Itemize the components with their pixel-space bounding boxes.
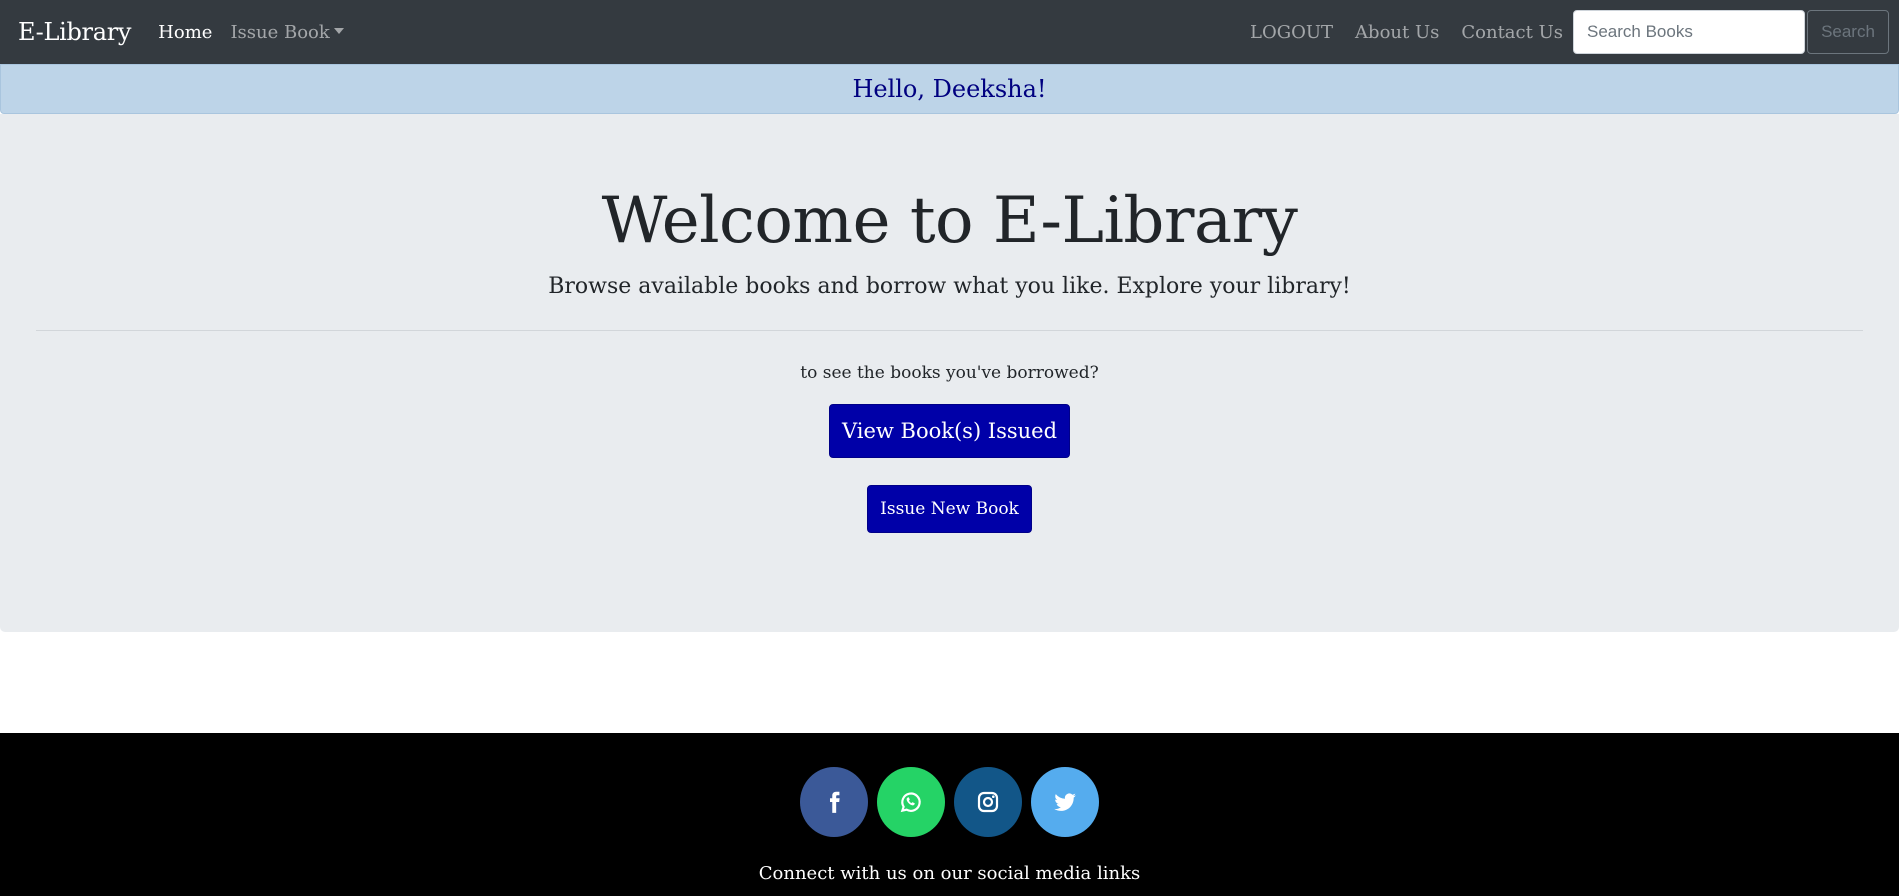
greeting-text: Hello, Deeksha!: [852, 75, 1047, 103]
nav-contact-link[interactable]: Contact Us: [1461, 22, 1563, 43]
page-title: Welcome to E-Library: [601, 184, 1298, 258]
page-lead: Browse available books and borrow what y…: [548, 274, 1351, 299]
search-button[interactable]: Search: [1807, 10, 1889, 54]
chevron-down-icon: [333, 28, 344, 34]
instagram-icon: [977, 791, 999, 813]
whatsapp-link[interactable]: [877, 767, 945, 837]
view-issued-books-button[interactable]: View Book(s) Issued: [829, 404, 1070, 458]
nav-issue-book-label: Issue Book: [230, 21, 330, 43]
issue-new-book-button[interactable]: Issue New Book: [867, 485, 1032, 533]
brand-logo[interactable]: E-Library: [18, 18, 131, 46]
nav-logout-link[interactable]: LOGOUT: [1250, 22, 1333, 43]
jumbotron: Welcome to E-Library Browse available bo…: [0, 114, 1899, 632]
twitter-icon: [1054, 793, 1076, 811]
divider: [36, 330, 1863, 331]
footer: Connect with us on our social media link…: [0, 733, 1899, 896]
greeting-alert: Hello, Deeksha!: [0, 64, 1899, 114]
nav-issue-book-dropdown[interactable]: Issue Book: [230, 21, 344, 43]
navbar: E-Library Home Issue Book LOGOUT About U…: [0, 0, 1899, 64]
social-links: [0, 767, 1899, 837]
nav-home-link[interactable]: Home: [158, 22, 212, 43]
footer-text: Connect with us on our social media link…: [758, 863, 1141, 884]
instagram-link[interactable]: [954, 767, 1022, 837]
borrowed-prompt: to see the books you've borrowed?: [800, 363, 1099, 383]
search-input[interactable]: [1573, 10, 1805, 54]
nav-right: LOGOUT About Us Contact Us: [1250, 22, 1563, 43]
facebook-link[interactable]: [800, 767, 868, 837]
nav-about-link[interactable]: About Us: [1355, 22, 1439, 43]
whatsapp-icon: [900, 792, 921, 813]
facebook-icon: [829, 791, 840, 813]
nav-left: Home Issue Book: [158, 22, 344, 43]
twitter-link[interactable]: [1031, 767, 1099, 837]
